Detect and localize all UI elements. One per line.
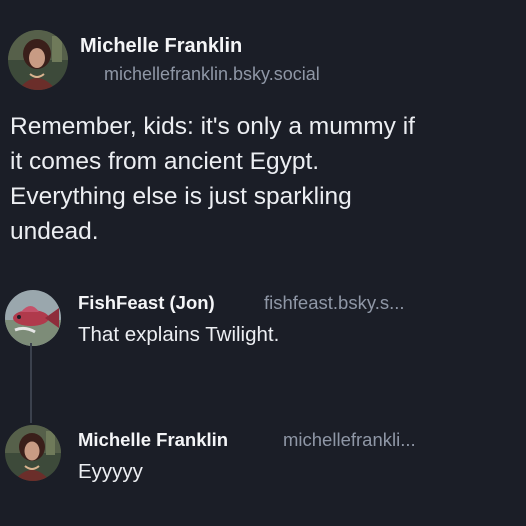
reply-text: Eyyyyy	[78, 460, 143, 483]
author-handle[interactable]: fishfeast.bsky.s...	[264, 292, 405, 314]
post-text: Remember, kids: it's only a mummy if it …	[10, 113, 415, 245]
author-name[interactable]: Michelle Franklin	[80, 35, 242, 58]
fish-avatar-icon	[5, 290, 61, 346]
author-name[interactable]: FishFeast (Jon)	[78, 292, 215, 314]
author-handle[interactable]: michellefrankli...	[283, 429, 416, 451]
author-avatar[interactable]	[8, 30, 68, 90]
author-avatar[interactable]	[5, 290, 61, 346]
reply-text: That explains Twilight.	[78, 323, 280, 346]
portrait-avatar-icon	[8, 30, 68, 90]
portrait-avatar-icon	[5, 425, 61, 481]
author-name[interactable]: Michelle Franklin	[78, 429, 228, 451]
thread-connector-line	[30, 343, 32, 423]
author-avatar[interactable]	[5, 425, 61, 481]
author-handle[interactable]: michellefranklin.bsky.social	[104, 64, 320, 85]
